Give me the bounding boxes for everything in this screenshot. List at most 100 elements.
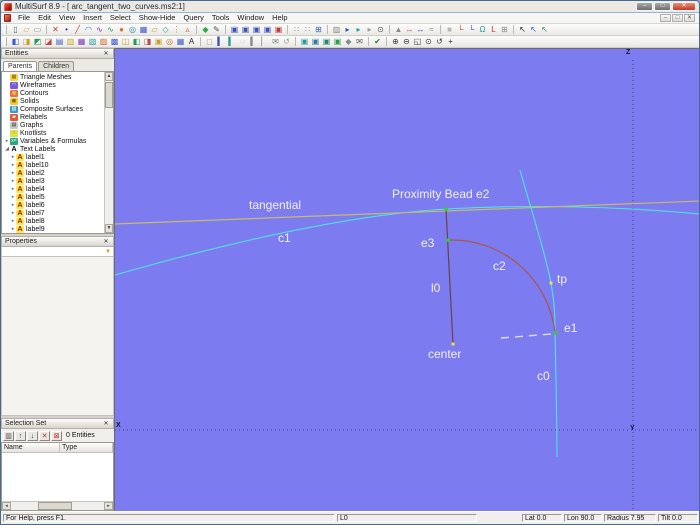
measure-curve-icon[interactable]: ↔ bbox=[415, 24, 426, 35]
selection-clear-icon[interactable]: ⊠ bbox=[51, 430, 62, 441]
view-perspective-icon[interactable]: ▣ bbox=[273, 24, 284, 35]
frame-entity-icon[interactable]: ◇ bbox=[160, 24, 171, 35]
tree-item-label2[interactable]: ▸ Alabel2 bbox=[2, 169, 104, 177]
text-label-tool-icon[interactable]: A bbox=[186, 36, 197, 47]
grid-settings-icon[interactable]: ⊞ bbox=[313, 24, 324, 35]
point-tp[interactable] bbox=[549, 281, 553, 285]
point-entity-icon[interactable]: • bbox=[61, 24, 72, 35]
knot-entity-icon[interactable]: ⋮ bbox=[171, 24, 182, 35]
offset-surface-icon[interactable]: ▨ bbox=[98, 36, 109, 47]
tab-children[interactable]: Children bbox=[38, 61, 75, 71]
polyline-blue-icon[interactable]: └ bbox=[466, 24, 477, 35]
edit-entity-icon[interactable]: ✎ bbox=[211, 24, 222, 35]
tangent-line[interactable] bbox=[115, 200, 699, 225]
close-button[interactable]: ✕ bbox=[672, 2, 696, 11]
ltype-tool-icon[interactable]: L bbox=[488, 24, 499, 35]
column-header-type[interactable]: Type bbox=[60, 443, 113, 453]
tree-item-text-labels[interactable]: ◢ A Text Labels bbox=[2, 145, 104, 153]
tree-item-label7[interactable]: ▸ Alabel7 bbox=[2, 209, 104, 217]
nearest-point-icon[interactable]: ▲ bbox=[393, 24, 404, 35]
copy-entities-icon[interactable]: ▣ bbox=[299, 36, 310, 47]
blank-tool-icon[interactable]: ■ bbox=[444, 24, 455, 35]
menu-window[interactable]: Window bbox=[233, 13, 268, 23]
bcurve-entity-icon[interactable]: ∿ bbox=[94, 24, 105, 35]
viewport-3d[interactable]: tangential Proximity Bead e2 c1 e3 c2 tp l0 e1 c… bbox=[114, 48, 699, 511]
graph-entity-icon[interactable]: ▵ bbox=[182, 24, 193, 35]
view-wireframe-icon[interactable]: ▣ bbox=[229, 24, 240, 35]
notes-icon[interactable]: ✉ bbox=[270, 36, 281, 47]
select-cursor-icon[interactable]: ↖ bbox=[517, 24, 528, 35]
fillet-surface-icon[interactable]: ▧ bbox=[87, 36, 98, 47]
solid-tool-icon[interactable]: ▣ bbox=[153, 36, 164, 47]
selection-hscrollbar[interactable]: ◂ ▸ bbox=[2, 501, 113, 510]
polyline-red-icon[interactable]: └ bbox=[455, 24, 466, 35]
translate-surface-icon[interactable]: ◩ bbox=[32, 36, 43, 47]
menu-select[interactable]: Select bbox=[106, 13, 135, 23]
scroll-down-icon[interactable]: ▼ bbox=[105, 224, 113, 233]
view-profile-icon[interactable]: ▣ bbox=[262, 24, 273, 35]
scrollbar-thumb[interactable] bbox=[105, 82, 113, 108]
menu-query[interactable]: Query bbox=[179, 13, 207, 23]
tree-item-label6[interactable]: ▸ Alabel6 bbox=[2, 201, 104, 209]
tree-item-relabels[interactable]: ▰ Relabels bbox=[2, 113, 104, 121]
hide-all-icon[interactable]: ◌ bbox=[237, 36, 248, 47]
mesh-tool-icon[interactable]: ▦ bbox=[175, 36, 186, 47]
close-icon[interactable]: ✕ bbox=[102, 50, 110, 57]
curve-c1[interactable] bbox=[115, 205, 699, 276]
hide-entities-icon[interactable]: ▸ bbox=[364, 24, 375, 35]
close-icon[interactable]: ✕ bbox=[102, 420, 110, 427]
tree-item-contours[interactable]: ◎ Contours bbox=[2, 89, 104, 97]
maximize-button[interactable]: □ bbox=[654, 2, 671, 11]
tree-item-label5[interactable]: ▸ Alabel5 bbox=[2, 193, 104, 201]
show-flag-blue-icon[interactable]: ▍ bbox=[215, 36, 226, 47]
menu-help[interactable]: Help bbox=[268, 13, 291, 23]
tree-item-graphs[interactable]: ▤ Graphs bbox=[2, 121, 104, 129]
copy-deep-icon[interactable]: ▣ bbox=[310, 36, 321, 47]
menu-view[interactable]: View bbox=[55, 13, 79, 23]
paste-entities-icon[interactable]: ▣ bbox=[321, 36, 332, 47]
bead-entity-icon[interactable]: ● bbox=[116, 24, 127, 35]
selection-move-up-icon[interactable]: ↑ bbox=[15, 430, 26, 441]
child-minimize-button[interactable]: – bbox=[660, 14, 671, 22]
tree-item-label10[interactable]: ▸ Alabel10 bbox=[2, 161, 104, 169]
plane-entity-icon[interactable]: ▱ bbox=[149, 24, 160, 35]
absolute-point-icon[interactable]: ◆ bbox=[200, 24, 211, 35]
new-file-icon[interactable]: ▯ bbox=[10, 24, 21, 35]
selection-list[interactable] bbox=[2, 453, 113, 501]
select-filter-cursor-icon[interactable]: ↖ bbox=[539, 24, 550, 35]
show-curves-icon[interactable]: ▸ bbox=[353, 24, 364, 35]
measure-distance-icon[interactable]: ↔ bbox=[404, 24, 415, 35]
show-all-icon[interactable]: ◻ bbox=[204, 36, 215, 47]
hscrollbar-thumb[interactable] bbox=[38, 502, 72, 510]
toolbar-grip[interactable] bbox=[4, 25, 7, 34]
surface-entity-icon[interactable]: ▦ bbox=[138, 24, 149, 35]
snap-grid-icon[interactable]: ∷ bbox=[291, 24, 302, 35]
nurbs-surface-icon[interactable]: ▦ bbox=[76, 36, 87, 47]
tree-item-wireframes[interactable]: ◠ Wireframes bbox=[2, 81, 104, 89]
menu-file[interactable]: File bbox=[14, 13, 34, 23]
zoom-out-icon[interactable]: ⊖ bbox=[401, 36, 412, 47]
open-file-icon[interactable]: ▱ bbox=[21, 24, 32, 35]
tree-item-knotlists[interactable]: ⁖ Knotlists bbox=[2, 129, 104, 137]
close-icon[interactable]: ✕ bbox=[102, 238, 110, 245]
visible-flag-icon[interactable]: ▍ bbox=[248, 36, 259, 47]
sub-surface-icon[interactable]: ◧ bbox=[131, 36, 142, 47]
tree-item-label9[interactable]: ▸ Alabel9 bbox=[2, 225, 104, 233]
projected-surface-icon[interactable]: ▩ bbox=[109, 36, 120, 47]
point-e1[interactable] bbox=[553, 331, 557, 335]
send-icon[interactable]: ✉ bbox=[354, 36, 365, 47]
drop-copy-icon[interactable]: ◆ bbox=[343, 36, 354, 47]
contour-tool-icon[interactable]: ◎ bbox=[164, 36, 175, 47]
zoom-fit-icon[interactable]: ⊙ bbox=[423, 36, 434, 47]
selection-columns-icon[interactable]: ▥ bbox=[3, 430, 14, 441]
trimmed-surface-icon[interactable]: ◫ bbox=[120, 36, 131, 47]
point-center[interactable] bbox=[451, 342, 455, 346]
snake-entity-icon[interactable]: ∿ bbox=[105, 24, 116, 35]
omega-tool-icon[interactable]: Ω bbox=[477, 24, 488, 35]
column-header-name[interactable]: Name bbox=[2, 443, 60, 453]
refresh-icon[interactable]: ↺ bbox=[281, 36, 292, 47]
toolbar-grip[interactable] bbox=[4, 37, 7, 46]
select-add-cursor-icon[interactable]: ↖ bbox=[528, 24, 539, 35]
point-e2[interactable] bbox=[444, 207, 448, 211]
line-l0[interactable] bbox=[445, 208, 454, 345]
